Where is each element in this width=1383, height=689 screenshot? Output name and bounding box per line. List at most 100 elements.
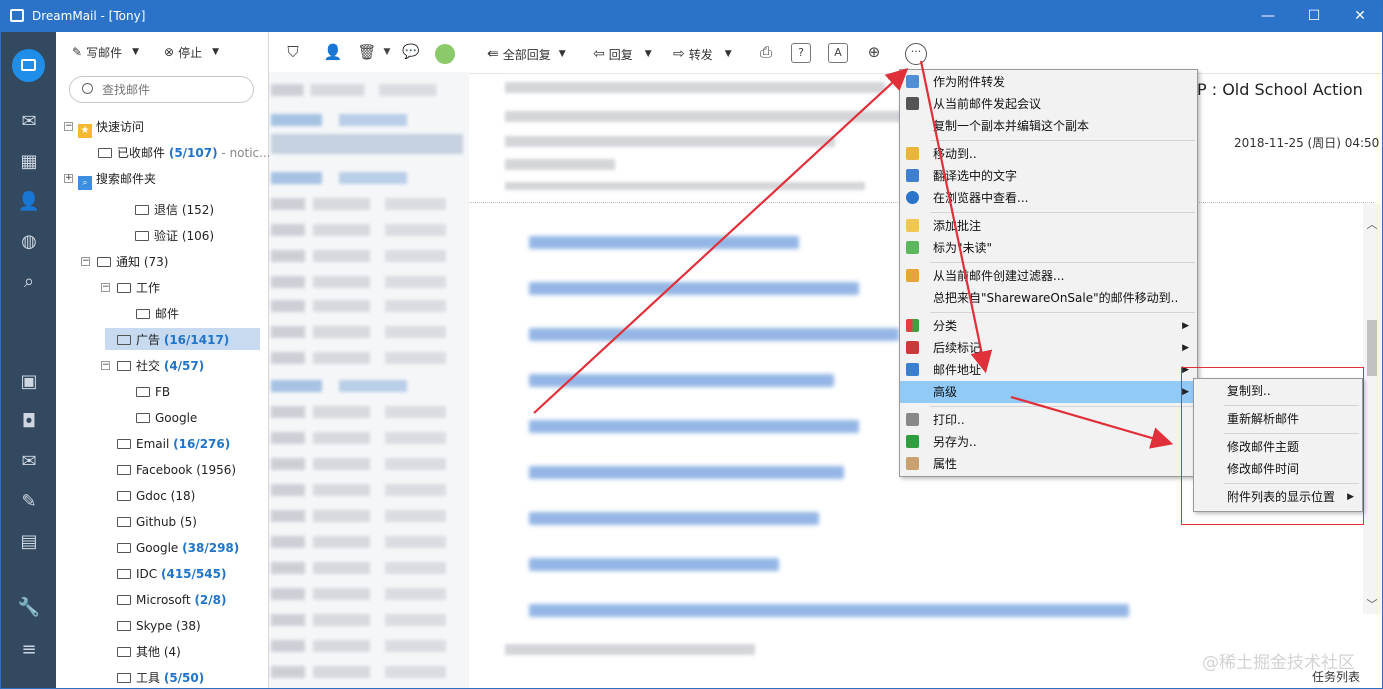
- chevron-down-icon[interactable]: ▼: [725, 49, 732, 59]
- scroll-down-icon[interactable]: ﹀: [1366, 596, 1378, 612]
- wrench-icon[interactable]: 🔧: [15, 594, 43, 622]
- trash-icon[interactable]: 🗑: [357, 43, 377, 63]
- minimize-button[interactable]: —: [1245, 1, 1291, 32]
- app-mail-icon: [10, 9, 24, 22]
- reading-scrollbar[interactable]: ︿ ﹀: [1363, 204, 1381, 614]
- tree-tools[interactable]: 工具 (5/50): [117, 667, 204, 688]
- expander-work[interactable]: −: [101, 283, 110, 292]
- menu-item-advanced[interactable]: 高级 ▶: [900, 381, 1197, 403]
- reply-button[interactable]: ⇦ 回复 ▼: [593, 44, 652, 64]
- tree-github[interactable]: Github (5): [117, 511, 197, 533]
- menu-item-category[interactable]: 分类 ▶: [900, 315, 1197, 337]
- menu-item-add-note[interactable]: 添加批注: [900, 215, 1197, 237]
- stop-icon: ⊗: [164, 45, 175, 59]
- tree-bounce[interactable]: 退信 (152): [135, 199, 214, 221]
- close-button[interactable]: ✕: [1337, 1, 1382, 32]
- mail-sent-icon[interactable]: ✉: [15, 448, 43, 476]
- menu-item-start-meeting[interactable]: 从当前邮件发起会议: [900, 93, 1197, 115]
- reply-label: 回复: [608, 47, 633, 62]
- tree-social[interactable]: 社交 (4/57): [117, 355, 204, 377]
- browser-icon: [906, 191, 919, 204]
- tree-fb[interactable]: FB: [136, 381, 170, 403]
- reply-all-button[interactable]: ⇚ 全部回复 ▼: [487, 44, 566, 64]
- zoom-in-icon[interactable]: ⊕: [864, 43, 884, 63]
- expander-notice[interactable]: −: [81, 257, 90, 266]
- menu-item-mark-unread[interactable]: 标为"未读": [900, 237, 1197, 259]
- tree-work[interactable]: 工作: [117, 277, 160, 299]
- contacts-icon[interactable]: 👤: [15, 188, 43, 216]
- filter-icon: [906, 269, 919, 282]
- menu-item-save-as[interactable]: 另存为..: [900, 431, 1197, 453]
- tree-skype[interactable]: Skype (38): [117, 615, 201, 637]
- tree-gdoc[interactable]: Gdoc (18): [117, 485, 195, 507]
- address-book-icon[interactable]: ◘: [15, 408, 43, 436]
- chevron-down-icon[interactable]: ▼: [645, 49, 652, 59]
- tree-search-folders[interactable]: ⌕ 搜索邮件夹: [78, 168, 156, 190]
- menu-item-print[interactable]: 打印..: [900, 409, 1197, 431]
- tree-microsoft[interactable]: Microsoft (2/8): [117, 589, 227, 611]
- expander-quick-access[interactable]: −: [64, 122, 73, 131]
- menu-icon[interactable]: ≡: [15, 636, 43, 664]
- menu-item-always-move[interactable]: 总把来自"SharewareOnSale"的邮件移动到..: [900, 287, 1197, 309]
- tree-facebook[interactable]: Facebook (1956): [117, 459, 236, 481]
- tree-mail[interactable]: 邮件: [136, 303, 179, 325]
- tree-received[interactable]: 已收邮件 (5/107) - notic...: [98, 142, 271, 164]
- calendar-grid-icon[interactable]: ▦: [15, 148, 43, 176]
- search-box[interactable]: [69, 76, 254, 103]
- tree-quick-access[interactable]: ★ 快速访问: [78, 116, 144, 138]
- menu-item-move-to[interactable]: 移动到..: [900, 143, 1197, 165]
- tree-idc[interactable]: IDC (415/545): [117, 563, 226, 585]
- filter-icon[interactable]: ⛉: [283, 43, 303, 63]
- scroll-up-icon[interactable]: ︿: [1366, 216, 1378, 232]
- stop-button[interactable]: ⊗ 停止 ▼: [164, 42, 219, 62]
- chevron-down-icon[interactable]: ▼: [377, 43, 397, 63]
- globe-icon[interactable]: ◍: [15, 228, 43, 256]
- compose-button[interactable]: ✎ 写邮件 ▼: [72, 42, 139, 62]
- tree-google-sub[interactable]: Google: [136, 407, 197, 429]
- menu-item-create-filter[interactable]: 从当前邮件创建过滤器...: [900, 265, 1197, 287]
- email-label: Email: [136, 437, 170, 451]
- chat-icon[interactable]: 💬: [401, 43, 421, 63]
- maximize-button[interactable]: ☐: [1291, 1, 1337, 32]
- tree-google[interactable]: Google (38/298): [117, 537, 239, 559]
- chevron-down-icon[interactable]: ▼: [212, 47, 219, 57]
- search-icon[interactable]: ⌕: [15, 268, 43, 296]
- menu-item-view-in-browser[interactable]: 在浏览器中查看...: [900, 187, 1197, 209]
- calendar-30-icon[interactable]: ▣: [15, 368, 43, 396]
- print-icon[interactable]: ⎙: [756, 43, 776, 63]
- menu-item-copy-edit[interactable]: 复制一个副本并编辑这个副本: [900, 115, 1197, 137]
- folder-icon: [117, 335, 131, 345]
- tree-notice[interactable]: 通知 (73): [97, 251, 168, 273]
- list-toolbar: ⛉ 👤 🗑 ▼ 💬: [269, 32, 469, 72]
- text-size-icon[interactable]: A: [828, 43, 848, 63]
- note-icon[interactable]: ▤: [15, 528, 43, 556]
- search-input[interactable]: [102, 81, 247, 99]
- more-options-button[interactable]: ···: [905, 43, 927, 65]
- tree-email[interactable]: Email (16/276): [117, 433, 230, 455]
- mail-icon[interactable]: ✉: [15, 108, 43, 136]
- menu-item-translate[interactable]: 翻译选中的文字: [900, 165, 1197, 187]
- scroll-thumb[interactable]: [1367, 320, 1377, 376]
- menu-item-follow-up[interactable]: 后续标记 ▶: [900, 337, 1197, 359]
- tree-ads[interactable]: 广告 (16/1417): [117, 329, 229, 351]
- pen-icon[interactable]: ✎: [15, 488, 43, 516]
- folder-icon: [97, 257, 111, 267]
- tree-other[interactable]: 其他 (4): [117, 641, 181, 663]
- user-clock-icon[interactable]: 👤: [323, 43, 343, 63]
- chevron-down-icon[interactable]: ▼: [132, 47, 139, 57]
- menu-item-forward-as-attachment[interactable]: 作为附件转发: [900, 71, 1197, 93]
- forward-button[interactable]: ⇨ 转发 ▼: [673, 44, 732, 64]
- help-icon[interactable]: ?: [791, 43, 811, 63]
- menu-item-address[interactable]: 邮件地址 ▶: [900, 359, 1197, 381]
- menu-item-properties[interactable]: 属性: [900, 453, 1197, 475]
- star-icon: ★: [78, 124, 92, 138]
- folder-pane: ✎ 写邮件 ▼ ⊗ 停止 ▼ − ★ 快速访问 已收邮件 (5/107) - no…: [56, 32, 271, 688]
- tree-verify[interactable]: 验证 (106): [135, 225, 214, 247]
- chevron-down-icon[interactable]: ▼: [559, 49, 566, 59]
- expander-search-folders[interactable]: +: [64, 174, 73, 183]
- submenu-arrow-icon: ▶: [1182, 321, 1189, 331]
- expander-social[interactable]: −: [101, 361, 110, 370]
- dreammail-logo-icon[interactable]: [12, 49, 45, 82]
- task-list-label[interactable]: 任务列表: [1312, 668, 1360, 685]
- status-circle-icon[interactable]: [435, 44, 455, 64]
